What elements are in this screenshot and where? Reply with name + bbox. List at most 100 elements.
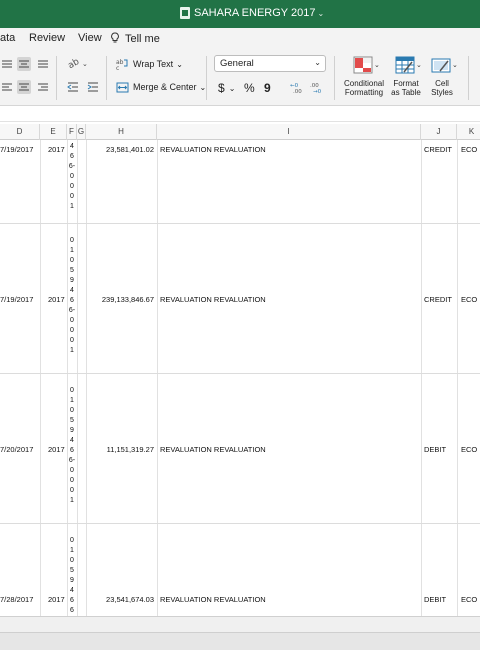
code-digit: 4 [70, 143, 74, 150]
document-title[interactable]: SAHARA ENERGY 2017 ⌄ [180, 7, 324, 19]
format-as-table-label-1: Format [393, 79, 419, 88]
currency-format-button[interactable]: $ ⌄ [218, 80, 235, 96]
conditional-formatting-button[interactable]: ⌄ Conditional Formatting [340, 56, 388, 97]
align-right-icon[interactable] [36, 80, 50, 94]
wrap-text-button[interactable]: ab c Wrap Text ⌄ [116, 56, 183, 72]
column-headers: D E F G H I J K [0, 124, 480, 140]
cell-code[interactable]: 0 1 0 5 9 4 6 6- 0 0 0 1 [67, 236, 77, 356]
code-digit: 6 [70, 297, 74, 304]
svg-text:⌄: ⌄ [452, 61, 458, 69]
cell-type[interactable]: CREDIT [424, 145, 452, 154]
svg-text:⌄: ⌄ [374, 61, 380, 69]
column-header-i[interactable]: I [157, 124, 421, 140]
cell-type[interactable]: DEBIT [424, 445, 446, 454]
chevron-down-icon: ⌄ [317, 8, 325, 18]
cell-type[interactable]: CREDIT [424, 295, 452, 304]
svg-text:⌄: ⌄ [82, 60, 88, 68]
code-digit: 4 [70, 437, 74, 444]
cell-year[interactable]: 2017 [48, 595, 65, 604]
cell-code[interactable]: 4 6 6- 0 0 0 1 [67, 142, 77, 212]
cell-styles-icon: ⌄ [431, 56, 458, 76]
align-top-icon[interactable] [0, 57, 14, 71]
tell-me-search[interactable]: Tell me [110, 32, 160, 45]
cell-code[interactable]: 0 1 0 5 9 4 6 6- 0 0 0 1 [67, 386, 77, 506]
code-digit: 0 [70, 317, 74, 324]
column-header-d[interactable]: D [0, 124, 40, 140]
ribbon-separator [56, 56, 57, 100]
formula-bar[interactable] [0, 106, 480, 122]
cell-amount[interactable]: 23,541,674.03 [86, 595, 154, 604]
chevron-down-icon: ⌄ [228, 83, 236, 93]
cell-year[interactable]: 2017 [48, 145, 65, 154]
column-header-k[interactable]: K [457, 124, 480, 140]
code-digit: 1 [70, 203, 74, 210]
cell-date[interactable]: 7/19/2017 [0, 145, 33, 154]
chevron-down-icon: ⌄ [176, 59, 183, 69]
code-digit: 0 [70, 407, 74, 414]
sheet-tab-bar[interactable] [0, 616, 480, 632]
cell-styles-button[interactable]: ⌄ Cell Styles [426, 56, 458, 97]
percent-style-button[interactable]: % [244, 80, 255, 96]
code-digit: 6 [70, 153, 74, 160]
code-digit: 6 [70, 447, 74, 454]
status-area [0, 616, 480, 650]
format-as-table-button[interactable]: ⌄ Format as Table [388, 56, 424, 97]
cell-description[interactable]: REVALUATION REVALUATION [160, 595, 266, 604]
code-digit: 0 [70, 467, 74, 474]
decrease-decimal-icon[interactable]: .00 →0 [310, 80, 326, 95]
tab-review[interactable]: Review [29, 32, 65, 44]
cell-description[interactable]: REVALUATION REVALUATION [160, 295, 266, 304]
column-header-j[interactable]: J [421, 124, 457, 140]
table-row: 7/19/2017 2017 0 1 0 5 9 4 6 6- 0 0 0 1 … [0, 224, 480, 374]
increase-decimal-icon[interactable]: ←0.00 [290, 80, 306, 95]
cell-year[interactable]: 2017 [48, 295, 65, 304]
svg-text:ab: ab [67, 57, 82, 70]
cell-date[interactable]: 7/28/2017 [0, 595, 33, 604]
merge-center-button[interactable]: Merge & Center ⌄ [116, 79, 206, 95]
conditional-formatting-label-1: Conditional [343, 79, 385, 88]
code-digit: 0 [70, 257, 74, 264]
code-digit: 0 [70, 193, 74, 200]
align-middle-icon[interactable] [17, 57, 31, 71]
ribbon-home: ab ⌄ ab c Wrap Text ⌄ Merge & Center ⌄ Gen… [0, 50, 480, 106]
column-header-g[interactable]: G [77, 124, 86, 140]
code-digit: 9 [70, 427, 74, 434]
column-header-e[interactable]: E [40, 124, 67, 140]
column-header-f[interactable]: F [67, 124, 77, 140]
decrease-indent-icon[interactable] [66, 80, 80, 94]
number-format-select[interactable]: General ⌄ [214, 55, 326, 72]
cell-amount[interactable]: 239,133,846.67 [86, 295, 154, 304]
ribbon-separator [334, 56, 335, 100]
code-digit: 1 [70, 347, 74, 354]
align-center-icon[interactable] [17, 80, 31, 94]
chevron-down-icon: ⌄ [314, 58, 321, 67]
cell-k[interactable]: ECO [461, 295, 477, 304]
cell-date[interactable]: 7/20/2017 [0, 445, 33, 454]
column-header-h[interactable]: H [86, 124, 157, 140]
cell-k[interactable]: ECO [461, 595, 477, 604]
number-format-value: General [220, 58, 254, 69]
code-digit: 0 [70, 477, 74, 484]
tab-data[interactable]: ata [0, 32, 15, 44]
cell-description[interactable]: REVALUATION REVALUATION [160, 445, 266, 454]
cell-date[interactable]: 7/19/2017 [0, 295, 33, 304]
code-digit: 0 [70, 183, 74, 190]
ribbon-tabs: ata Review View Tell me [0, 28, 480, 50]
cell-description[interactable]: REVALUATION REVALUATION [160, 145, 266, 154]
comma-style-button[interactable]: 9 [264, 80, 271, 96]
code-digit: 9 [70, 277, 74, 284]
cell-k[interactable]: ECO [461, 145, 477, 154]
align-left-icon[interactable] [0, 80, 14, 94]
tab-view[interactable]: View [78, 32, 102, 44]
orientation-icon[interactable]: ab ⌄ [66, 56, 90, 71]
cell-code[interactable]: 0 1 0 5 9 4 6 6 [67, 536, 77, 616]
cell-type[interactable]: DEBIT [424, 595, 446, 604]
code-digit: 0 [70, 173, 74, 180]
cell-year[interactable]: 2017 [48, 445, 65, 454]
cell-amount[interactable]: 11,151,319.27 [86, 445, 154, 454]
align-bottom-icon[interactable] [36, 57, 50, 71]
cell-amount[interactable]: 23,581,401.02 [86, 145, 154, 154]
cell-k[interactable]: ECO [461, 445, 477, 454]
increase-indent-icon[interactable] [86, 80, 100, 94]
merge-cells-icon [116, 81, 129, 94]
